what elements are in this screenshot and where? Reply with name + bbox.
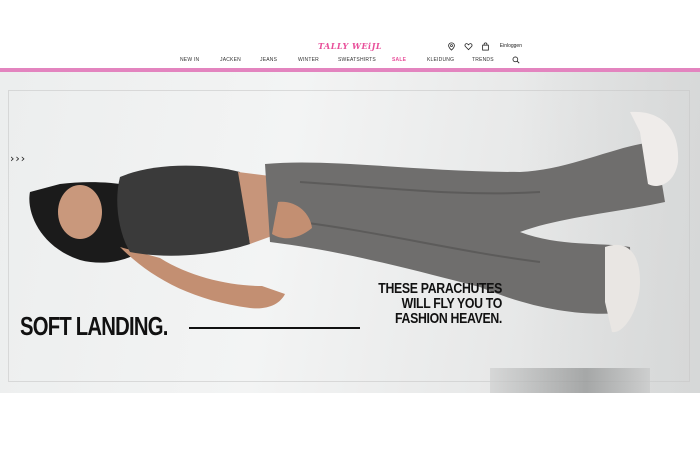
nav-item-kleidung[interactable]: KLEIDUNG [427, 57, 454, 63]
headline-divider [189, 327, 360, 329]
tagline-line: THESE PARACHUTES [378, 280, 502, 297]
nav-item-sweatshirts[interactable]: SWEATSHIRTS [338, 57, 376, 63]
hero-headline: SOFT LANDING. [20, 311, 168, 341]
brand-logo[interactable]: TALLY WEiJL [0, 41, 700, 51]
site-header: TALLY WEiJL Einloggen NEW IN JACKEN JEAN… [0, 38, 700, 68]
tagline-line: WILL FLY YOU TO [401, 295, 503, 312]
nav-item-new-in[interactable]: NEW IN [180, 57, 199, 63]
hero-banner[interactable]: ››› ‹‹‹ [0, 72, 700, 393]
search-icon[interactable] [512, 56, 520, 64]
top-whitespace [0, 0, 700, 38]
floor-shadow [490, 368, 650, 393]
tagline-line: FASHION HEAVEN. [395, 310, 502, 327]
location-pin-icon[interactable] [447, 41, 456, 51]
login-link[interactable]: Einloggen [500, 43, 522, 49]
nav-item-jacken[interactable]: JACKEN [220, 57, 241, 63]
nav-item-jeans[interactable]: JEANS [260, 57, 277, 63]
header-actions: Einloggen [447, 41, 522, 51]
nav-item-trends[interactable]: TRENDS [472, 57, 494, 63]
hero-tagline: THESE PARACHUTES WILL FLY YOU TO FASHION… [371, 281, 502, 326]
nav-item-winter[interactable]: WINTER [298, 57, 319, 63]
shopping-bag-icon[interactable] [481, 41, 490, 51]
hero-model-image [29, 111, 679, 333]
nav-item-sale[interactable]: SALE [392, 57, 406, 63]
heart-icon[interactable] [464, 42, 473, 51]
chevrons-right-icon[interactable]: ››› [10, 152, 26, 165]
